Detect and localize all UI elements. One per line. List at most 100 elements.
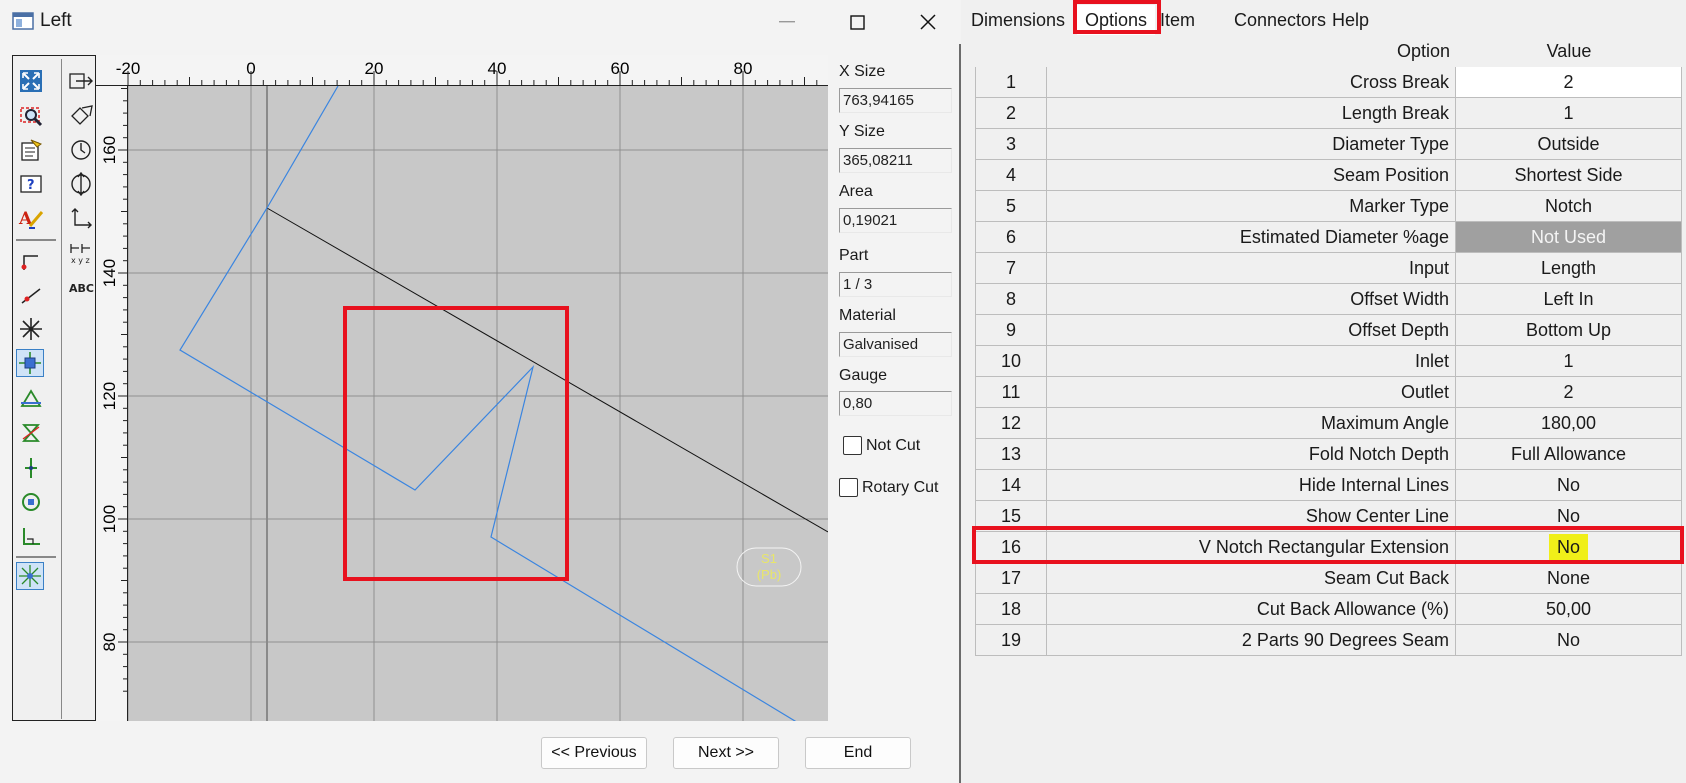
- end-button[interactable]: End: [805, 737, 911, 769]
- table-row[interactable]: 18 Cut Back Allowance (%) 50,00: [975, 594, 1682, 625]
- option-name: V Notch Rectangular Extension: [1047, 532, 1456, 563]
- table-row[interactable]: 5 Marker Type Notch: [975, 191, 1682, 222]
- table-row[interactable]: 7 Input Length: [975, 253, 1682, 284]
- option-name: Marker Type: [1047, 191, 1456, 222]
- option-value[interactable]: 2: [1456, 67, 1682, 98]
- tab-dimensions[interactable]: Dimensions: [963, 5, 1073, 35]
- svg-text:ABC: ABC: [69, 282, 94, 295]
- help-icon: ?: [20, 175, 42, 193]
- material-field: Galvanised: [839, 332, 952, 357]
- table-row[interactable]: 19 2 Parts 90 Degrees Seam No: [975, 625, 1682, 656]
- next-button[interactable]: Next >>: [673, 737, 779, 769]
- row-number: 5: [975, 191, 1047, 222]
- table-row[interactable]: 3 Diameter Type Outside: [975, 129, 1682, 160]
- option-value[interactable]: Full Allowance: [1456, 439, 1682, 470]
- zoom-window-tool[interactable]: [17, 102, 45, 130]
- row-number: 1: [975, 67, 1047, 98]
- option-name: Seam Position: [1047, 160, 1456, 191]
- table-row[interactable]: 12 Maximum Angle 180,00: [975, 408, 1682, 439]
- table-row[interactable]: 1 Cross Break 2: [975, 67, 1682, 98]
- table-row[interactable]: 8 Offset Width Left In: [975, 284, 1682, 315]
- table-row[interactable]: 2 Length Break 1: [975, 98, 1682, 129]
- table-row[interactable]: 11 Outlet 2: [975, 377, 1682, 408]
- option-name: Fold Notch Depth: [1047, 439, 1456, 470]
- table-row[interactable]: 15 Show Center Line No: [975, 501, 1682, 532]
- rotary-cut-checkbox[interactable]: [839, 478, 858, 497]
- tab-options[interactable]: Options: [1077, 5, 1156, 35]
- triangle-tool[interactable]: [17, 385, 45, 413]
- part-drawing: S1 (Pb): [128, 86, 828, 721]
- option-value[interactable]: Bottom Up: [1456, 315, 1682, 346]
- option-value[interactable]: 180,00: [1456, 408, 1682, 439]
- rotate-tool[interactable]: [67, 102, 95, 130]
- part-field: 1 / 3: [839, 272, 952, 297]
- vertical-mirror-tool[interactable]: [67, 170, 95, 198]
- drawing-canvas[interactable]: S1 (Pb): [128, 86, 828, 721]
- minimize-button[interactable]: [752, 0, 822, 44]
- tab-connectors[interactable]: Connectors: [1226, 5, 1334, 35]
- option-value[interactable]: Left In: [1456, 284, 1682, 315]
- corner-icon: [23, 528, 40, 545]
- option-value[interactable]: 1: [1456, 98, 1682, 129]
- option-value[interactable]: 1: [1456, 346, 1682, 377]
- option-value[interactable]: 50,00: [1456, 594, 1682, 625]
- angle-line-tool[interactable]: [17, 281, 45, 309]
- seam-tag-label: S1: [761, 551, 777, 566]
- resize-tool[interactable]: [67, 67, 95, 95]
- properties-tool[interactable]: [17, 136, 45, 164]
- target-tool[interactable]: [17, 488, 45, 516]
- cross-tool[interactable]: [17, 454, 45, 482]
- rotary-cut-option[interactable]: Rotary Cut: [839, 478, 938, 497]
- option-value[interactable]: Length: [1456, 253, 1682, 284]
- help-tool[interactable]: ?: [17, 170, 45, 198]
- table-row[interactable]: 17 Seam Cut Back None: [975, 563, 1682, 594]
- option-value[interactable]: Notch: [1456, 191, 1682, 222]
- not-cut-checkbox[interactable]: [843, 436, 862, 455]
- option-value[interactable]: No: [1456, 532, 1682, 563]
- option-value[interactable]: 2: [1456, 377, 1682, 408]
- text-style-tool[interactable]: A: [17, 204, 45, 232]
- title-bar: Left: [0, 0, 961, 44]
- vertical-ruler-ticks: 160 140 120 100 80: [100, 88, 128, 692]
- not-cut-option[interactable]: Not Cut: [843, 436, 920, 455]
- option-value[interactable]: Shortest Side: [1456, 160, 1682, 191]
- option-name: Seam Cut Back: [1047, 563, 1456, 594]
- snap-tool[interactable]: [16, 562, 44, 590]
- gauge-label: Gauge: [839, 367, 888, 384]
- option-value[interactable]: Not Used: [1456, 222, 1682, 253]
- previous-button[interactable]: << Previous: [541, 737, 647, 769]
- abc-text-tool[interactable]: ABC: [67, 273, 95, 301]
- maximize-button[interactable]: [822, 0, 892, 44]
- option-value[interactable]: No: [1456, 470, 1682, 501]
- row-number: 10: [975, 346, 1047, 377]
- table-row[interactable]: 13 Fold Notch Depth Full Allowance: [975, 439, 1682, 470]
- table-row[interactable]: 6 Estimated Diameter %age Not Used: [975, 222, 1682, 253]
- axis-tool[interactable]: [67, 204, 95, 232]
- clock-tool[interactable]: [67, 136, 95, 164]
- dimension-xyz-tool[interactable]: x y z: [67, 239, 95, 267]
- tab-help[interactable]: Help: [1324, 5, 1377, 35]
- option-value[interactable]: No: [1456, 625, 1682, 656]
- option-value[interactable]: No: [1456, 501, 1682, 532]
- header-value: Value: [1546, 41, 1592, 61]
- center-mark-tool[interactable]: [16, 349, 44, 377]
- close-button[interactable]: [893, 0, 963, 44]
- x-size-label: X Size: [839, 63, 886, 80]
- option-value[interactable]: None: [1456, 563, 1682, 594]
- table-row[interactable]: 14 Hide Internal Lines No: [975, 470, 1682, 501]
- option-value-text: No: [1548, 533, 1588, 561]
- triangle-icon: [20, 389, 42, 407]
- table-row[interactable]: 10 Inlet 1: [975, 346, 1682, 377]
- asterisk-tool[interactable]: [17, 315, 45, 343]
- tab-item[interactable]: Item: [1152, 5, 1203, 35]
- zoom-extents-tool[interactable]: [17, 67, 45, 95]
- step-line-tool[interactable]: [17, 246, 45, 274]
- option-value[interactable]: Outside: [1456, 129, 1682, 160]
- horizontal-ruler: -20 0 20 40 60 80: [96, 55, 855, 86]
- table-row[interactable]: 16 V Notch Rectangular Extension No: [975, 532, 1682, 563]
- hourglass-tool[interactable]: [17, 419, 45, 447]
- corner-tool[interactable]: [17, 522, 45, 550]
- table-row[interactable]: 9 Offset Depth Bottom Up: [975, 315, 1682, 346]
- option-name: Hide Internal Lines: [1047, 470, 1456, 501]
- table-row[interactable]: 4 Seam Position Shortest Side: [975, 160, 1682, 191]
